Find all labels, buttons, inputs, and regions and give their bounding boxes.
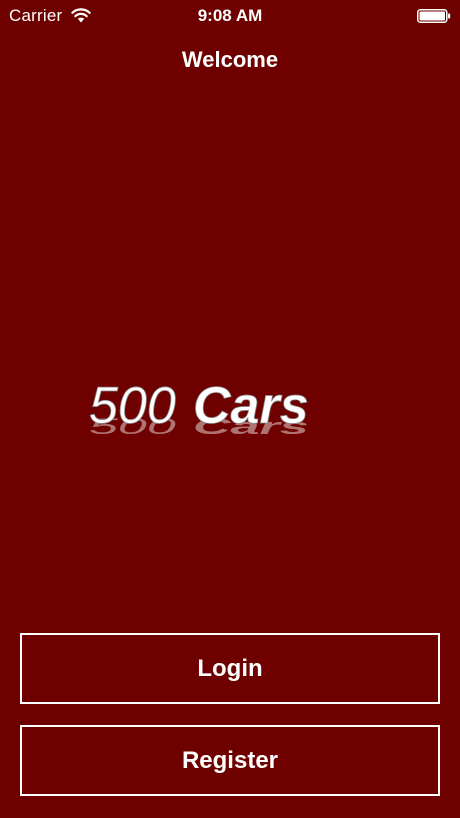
- logo-text-500: 500: [89, 377, 176, 435]
- login-button[interactable]: Login: [20, 633, 440, 704]
- status-bar: Carrier 9:08 AM: [0, 0, 460, 32]
- 500cars-logo: 500 Cars 500 Cars: [89, 377, 309, 439]
- battery-full-icon: [417, 9, 451, 23]
- register-button[interactable]: Register: [20, 725, 440, 796]
- logo-text-cars: Cars: [193, 377, 309, 435]
- clock-time: 9:08 AM: [197, 6, 263, 25]
- page-title: Welcome: [181, 47, 279, 72]
